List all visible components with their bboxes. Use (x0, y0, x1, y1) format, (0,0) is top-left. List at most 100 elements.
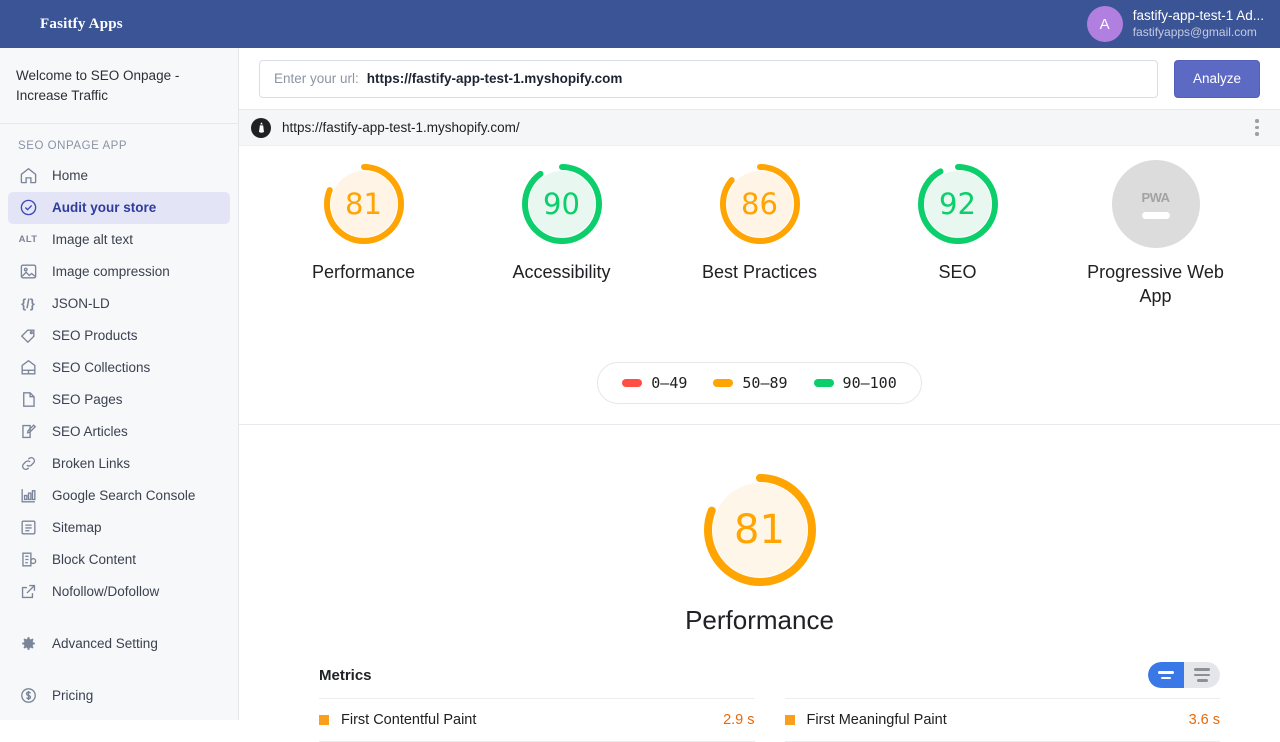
legend-item-poor: 0–49 (622, 374, 687, 392)
collection-icon (16, 356, 40, 380)
sidebar-item-seo-articles[interactable]: SEO Articles (8, 416, 230, 448)
page-icon (16, 388, 40, 412)
lighthouse-icon (251, 118, 271, 138)
url-toolbar: Enter your url: https://fastify-app-test… (239, 48, 1280, 110)
sidebar-item-nofollow-dofollow[interactable]: Nofollow/Dofollow (8, 576, 230, 608)
gauge-value-seo: 92 (914, 160, 1002, 248)
gauge-best-practices[interactable]: 86 Best Practices (685, 160, 835, 284)
legend-label-average: 50–89 (742, 374, 787, 392)
sidebar-item-google-search-console[interactable]: Google Search Console (8, 480, 230, 512)
sidebar-item-label: JSON-LD (52, 296, 110, 311)
edit-note-icon (16, 420, 40, 444)
gauge-label-seo: SEO (883, 260, 1033, 284)
legend-item-average: 50–89 (713, 374, 787, 392)
gauge-label-progressive-web-app: Progressive Web App (1081, 260, 1231, 309)
sidebar: Welcome to SEO Onpage - Increase Traffic… (0, 48, 239, 720)
home-icon (16, 164, 40, 188)
metric-value: 3.6 s (1189, 712, 1220, 728)
user-email: fastifyapps@gmail.com (1133, 25, 1264, 40)
metric-status-swatch (319, 715, 329, 725)
external-link-icon (16, 580, 40, 604)
performance-big-value: 81 (699, 469, 821, 591)
gauge-label-performance: Performance (289, 260, 439, 284)
score-legend: 0–49 50–89 90–100 (239, 362, 1280, 404)
gauge-progressive-web-app[interactable]: PWA Progressive Web App (1081, 160, 1231, 309)
metric-row[interactable]: First Contentful Paint 2.9 s (319, 698, 755, 742)
metrics-header: Metrics (239, 636, 1280, 688)
check-circle-icon (16, 196, 40, 220)
sidebar-item-image-alt-text[interactable]: ALT Image alt text (8, 224, 230, 256)
sidebar-item-image-compression[interactable]: Image compression (8, 256, 230, 288)
sidebar-section-heading: SEO ONPAGE APP (0, 124, 238, 160)
legend-label-good: 90–100 (843, 374, 897, 392)
performance-score-block: 81 Performance (239, 425, 1280, 636)
metrics-column-right: First Meaningful Paint 3.6 s (785, 698, 1221, 742)
gauge-seo[interactable]: 92 SEO (883, 160, 1033, 284)
block-content-icon (16, 548, 40, 572)
sidebar-item-audit-your-store[interactable]: Audit your store (8, 192, 230, 224)
url-input[interactable]: Enter your url: https://fastify-app-test… (259, 60, 1158, 98)
sidebar-item-label: SEO Articles (52, 424, 128, 439)
code-braces-icon: {/} (16, 292, 40, 316)
gauge-ring-seo: 92 (914, 160, 1002, 248)
detail-view-icon[interactable] (1184, 662, 1220, 688)
legend-label-poor: 0–49 (651, 374, 687, 392)
pwa-label: PWA (1141, 190, 1169, 205)
sidebar-item-sitemap[interactable]: Sitemap (8, 512, 230, 544)
sidebar-item-seo-collections[interactable]: SEO Collections (8, 352, 230, 384)
metrics-column-left: First Contentful Paint 2.9 s (319, 698, 755, 742)
user-account-menu[interactable]: A fastify-app-test-1 Ad... fastifyapps@g… (1087, 6, 1264, 42)
list-doc-icon (16, 516, 40, 540)
list-view-icon[interactable] (1148, 662, 1184, 688)
sidebar-item-label: SEO Products (52, 328, 138, 343)
sidebar-item-seo-pages[interactable]: SEO Pages (8, 384, 230, 416)
sidebar-spacer (0, 608, 238, 628)
sidebar-item-label: Pricing (52, 688, 93, 703)
sidebar-item-seo-products[interactable]: SEO Products (8, 320, 230, 352)
sidebar-item-home[interactable]: Home (8, 160, 230, 192)
gauge-value-best-practices: 86 (716, 160, 804, 248)
gauge-value-accessibility: 90 (518, 160, 606, 248)
legend-item-good: 90–100 (814, 374, 897, 392)
sidebar-item-advanced-setting[interactable]: Advanced Setting (8, 628, 230, 660)
analyze-button[interactable]: Analyze (1174, 60, 1260, 98)
sidebar-item-label: Home (52, 168, 88, 183)
image-icon (16, 260, 40, 284)
gauge-performance[interactable]: 81 Performance (289, 160, 439, 284)
gauge-ring-accessibility: 90 (518, 160, 606, 248)
gauge-ring-performance: 81 (320, 160, 408, 248)
gear-icon (16, 632, 40, 656)
welcome-text: Welcome to SEO Onpage - Increase Traffic (0, 48, 238, 124)
sidebar-item-pricing[interactable]: Pricing (8, 680, 230, 712)
app-logo: Fasitfy Apps (40, 16, 123, 33)
metrics-grid: First Contentful Paint 2.9 s First Meani… (239, 698, 1280, 742)
report-header: https://fastify-app-test-1.myshopify.com… (239, 110, 1280, 146)
sidebar-item-label: Sitemap (52, 520, 102, 535)
metric-name: First Meaningful Paint (807, 712, 1189, 728)
sidebar-item-block-content[interactable]: Block Content (8, 544, 230, 576)
bar-chart-icon (16, 484, 40, 508)
metric-name: First Contentful Paint (341, 712, 723, 728)
performance-big-ring: 81 (699, 469, 821, 591)
legend-swatch-poor (622, 379, 642, 387)
metric-row[interactable]: First Meaningful Paint 3.6 s (785, 698, 1221, 742)
sidebar-item-json-ld[interactable]: {/} JSON-LD (8, 288, 230, 320)
sidebar-item-label: SEO Collections (52, 360, 150, 375)
metrics-view-toggle[interactable] (1148, 662, 1220, 688)
metrics-title: Metrics (319, 667, 372, 684)
sidebar-item-broken-links[interactable]: Broken Links (8, 448, 230, 480)
gauge-accessibility[interactable]: 90 Accessibility (487, 160, 637, 284)
url-input-label: Enter your url: (274, 71, 359, 86)
gauge-label-best-practices: Best Practices (685, 260, 835, 284)
sidebar-item-label: Audit your store (52, 200, 156, 215)
sidebar-item-label: Image alt text (52, 232, 133, 247)
sidebar-item-label: Nofollow/Dofollow (52, 584, 159, 599)
kebab-menu-icon[interactable] (1248, 119, 1266, 136)
sidebar-item-label: Block Content (52, 552, 136, 567)
pwa-badge: PWA (1112, 160, 1200, 248)
metric-value: 2.9 s (723, 712, 754, 728)
dollar-circle-icon (16, 684, 40, 708)
sidebar-item-label: Image compression (52, 264, 170, 279)
user-name: fastify-app-test-1 Ad... (1133, 8, 1264, 25)
alt-text-icon: ALT (16, 228, 40, 252)
